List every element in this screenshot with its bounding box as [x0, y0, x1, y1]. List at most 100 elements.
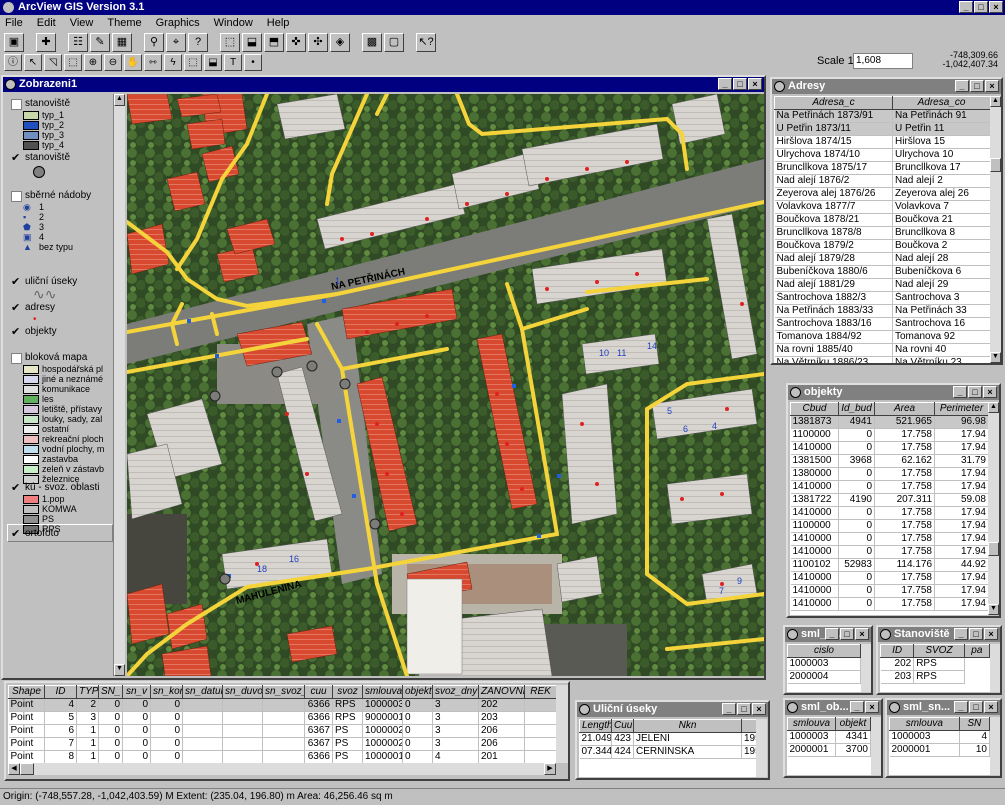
attribute-vscrollbar[interactable]: [556, 685, 568, 763]
clear-selection-icon[interactable]: ▢: [384, 32, 404, 52]
layer-name[interactable]: objekty: [25, 326, 57, 337]
stanoviste-minimize-button[interactable]: _: [954, 628, 968, 640]
toc-scrollbar[interactable]: ▲ ▼: [113, 94, 125, 676]
column-header[interactable]: Cbud: [790, 402, 839, 416]
column-header[interactable]: pa: [963, 644, 990, 658]
ulicni-maximize-button[interactable]: □: [737, 703, 751, 715]
sml-sn-scrollbar[interactable]: [990, 717, 1000, 775]
layer-visibility-checkbox[interactable]: [11, 191, 22, 202]
view-minimize-button[interactable]: _: [718, 78, 732, 90]
hotlink-icon[interactable]: ϟ: [164, 53, 182, 71]
objekty-maximize-button[interactable]: □: [968, 386, 982, 398]
map-canvas[interactable]: NA PETŘINÁCH MAHULENINA 10 11 14 16 18 5…: [127, 94, 764, 676]
column-header[interactable]: cuu: [304, 685, 333, 699]
measure-icon[interactable]: ⇿: [144, 53, 162, 71]
zoom-previous-icon[interactable]: ◈: [330, 32, 350, 52]
ulicni-close-button[interactable]: ×: [752, 703, 766, 715]
sml-sn-grid[interactable]: smlouva SN 1000003 4 2000001 10: [889, 717, 990, 775]
table-row[interactable]: 1000003 4: [889, 730, 990, 744]
label-icon[interactable]: ⬓: [204, 53, 222, 71]
table-row[interactable]: 1410000 0 17.758 17.94: [790, 480, 988, 494]
column-header[interactable]: ZANOVNI: [478, 685, 525, 699]
table-row[interactable]: Na Petřinách 1883/33 Na Petřinách 33: [774, 304, 990, 318]
zoom-in-tool-icon[interactable]: ⊕: [84, 53, 102, 71]
column-header[interactable]: TYP: [76, 685, 99, 699]
save-icon[interactable]: ▣: [4, 32, 24, 52]
column-header[interactable]: Nkn: [633, 719, 742, 733]
table-row[interactable]: 1381500 3968 62.162 31.79: [790, 454, 988, 468]
sml-ob-grid[interactable]: smlouva objekt 1000003 4341 2000001 3700: [787, 717, 871, 775]
column-header[interactable]: SN: [958, 717, 990, 731]
table-row[interactable]: 1381722 4190 207.311 59.08: [790, 493, 988, 507]
table-row[interactable]: Bruncllkova 1875/17 Bruncllkova 17: [774, 161, 990, 175]
column-header[interactable]: [741, 719, 756, 733]
table-row[interactable]: Zeyerova alej 1876/26 Zeyerova alej 26: [774, 187, 990, 201]
column-header[interactable]: Perimeter: [934, 402, 988, 416]
draw-point-icon[interactable]: •: [244, 53, 262, 71]
add-theme-icon[interactable]: ✚: [36, 32, 56, 52]
objekty-scrollbar[interactable]: ▲ ▼: [988, 402, 999, 615]
table-row[interactable]: 1000003: [787, 657, 861, 671]
help-icon[interactable]: ↖?: [416, 32, 436, 52]
pointer-icon[interactable]: ↖: [24, 53, 42, 71]
table-row[interactable]: 1410000 0 17.758 17.94: [790, 441, 988, 455]
table-row[interactable]: Bruncllkova 1878/8 Bruncllkova 8: [774, 226, 990, 240]
table-row[interactable]: Volavkova 1877/7 Volavkova 7: [774, 200, 990, 214]
adresy-grid[interactable]: Adresa_c Adresa_co Na Petřinách 1873/91 Na …: [774, 96, 990, 363]
column-header[interactable]: svoz: [332, 685, 363, 699]
menu-edit[interactable]: Edit: [37, 15, 56, 31]
zoom-out-icon[interactable]: ✣: [308, 32, 328, 52]
objekty-close-button[interactable]: ×: [983, 386, 997, 398]
objekty-minimize-button[interactable]: _: [953, 386, 967, 398]
objekty-grid[interactable]: Cbud Id_bud Area Perimeter 1381873 4941 521.96…: [790, 402, 988, 615]
stanoviste-scrollbar[interactable]: [990, 644, 1000, 692]
table-row[interactable]: Bubeníčkova 1880/6 Bubeníčkova 6: [774, 265, 990, 279]
text-icon[interactable]: T: [224, 53, 242, 71]
scale-input[interactable]: 1,608: [853, 53, 913, 69]
attribute-grid[interactable]: ShapeIDTYPSN_sn_vsn_konsn_datumsn_duvods…: [8, 685, 556, 763]
table-of-contents[interactable]: stanoviště typ_1 typ_2 typ_3 typ_4 ✔ stanovišt…: [5, 94, 125, 676]
column-header[interactable]: SVOZ: [913, 644, 965, 658]
identify-icon[interactable]: ⓘ: [4, 53, 22, 71]
column-header[interactable]: ID: [44, 685, 77, 699]
pan-icon[interactable]: ✋: [124, 53, 142, 71]
sml-sn-minimize-button[interactable]: _: [954, 701, 968, 713]
ulicni-scrollbar[interactable]: [756, 719, 767, 777]
zoom-selected-icon[interactable]: ⬒: [264, 32, 284, 52]
stanoviste-close-button[interactable]: ×: [984, 628, 998, 640]
column-header[interactable]: Length: [579, 719, 612, 733]
column-header[interactable]: smlouva: [362, 685, 403, 699]
minimize-button[interactable]: _: [959, 1, 973, 13]
zoom-full-extent-icon[interactable]: ⬚: [220, 32, 240, 52]
vertex-edit-icon[interactable]: ◹: [44, 53, 62, 71]
ulicni-grid[interactable]: LengthCuuNkn21.049423JELENÍ19507.344424Č…: [579, 719, 756, 777]
table-row[interactable]: Nad alejí 1879/28 Nad alejí 28: [774, 252, 990, 266]
view-close-button[interactable]: ×: [748, 78, 762, 90]
table-row[interactable]: 1410000 0 17.758 17.94: [790, 506, 988, 520]
column-header[interactable]: smlouva: [787, 717, 836, 731]
layer-name[interactable]: stanoviště: [25, 98, 70, 109]
adresy-scrollbar[interactable]: ▲ ▼: [990, 96, 1001, 363]
table-row[interactable]: Nad alejí 1881/29 Nad alejí 29: [774, 278, 990, 292]
column-header[interactable]: Cuu: [611, 719, 634, 733]
sml-ob-scrollbar[interactable]: [871, 717, 881, 775]
layer-visibility-checkbox[interactable]: [11, 99, 22, 110]
table-row[interactable]: 1410000 0 17.758 17.94: [790, 571, 988, 585]
column-header[interactable]: sn_datum: [182, 685, 223, 699]
table-row[interactable]: 1410000 0 17.758 17.94: [790, 532, 988, 546]
column-header[interactable]: sn_v: [122, 685, 151, 699]
layer-visibility-checkbox[interactable]: ✔: [11, 483, 22, 494]
sml-sn-close-button[interactable]: ×: [984, 701, 998, 713]
sml-ob-close-button[interactable]: ×: [865, 701, 879, 713]
table-row[interactable]: Point 8 1 0 0 0 6366 PS 1000001 0 4 201: [8, 750, 556, 763]
table-row[interactable]: Ulrychova 1874/10 Ulrychova 10: [774, 148, 990, 162]
menu-graphics[interactable]: Graphics: [156, 15, 200, 31]
table-row[interactable]: 203 RPS: [880, 670, 990, 684]
sml-o-minimize-button[interactable]: _: [825, 628, 839, 640]
column-header[interactable]: svoz_dny: [432, 685, 479, 699]
table-row[interactable]: U Petřin 1873/11 U Petřin 11: [774, 122, 990, 136]
close-button[interactable]: ×: [989, 1, 1003, 13]
sml-o-close-button[interactable]: ×: [855, 628, 869, 640]
table-row[interactable]: 1000003 4341: [787, 730, 871, 744]
sml-o-scrollbar[interactable]: [861, 644, 871, 692]
